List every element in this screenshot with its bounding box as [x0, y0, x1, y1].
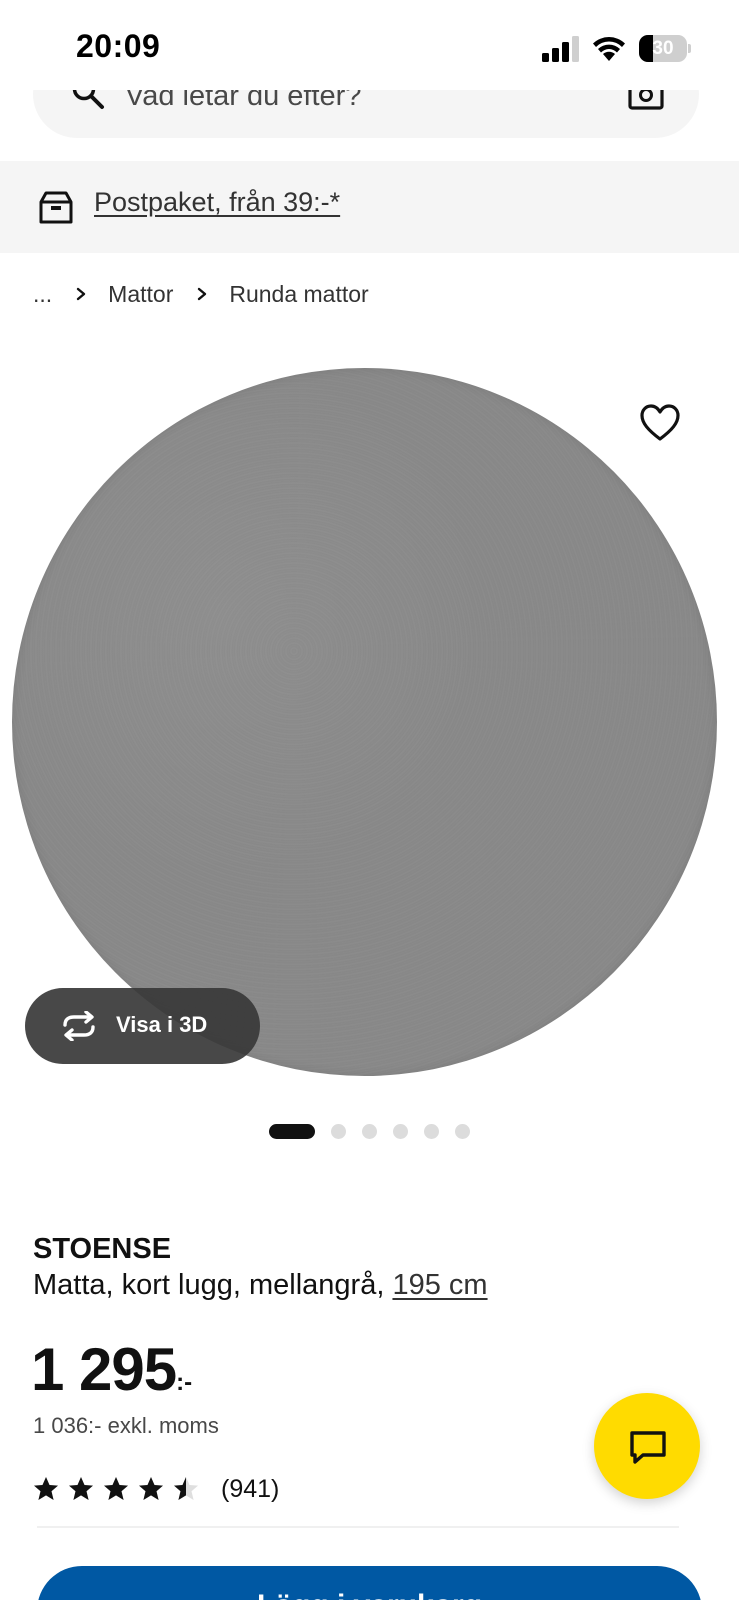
product-rating[interactable]: (941): [33, 1469, 279, 1509]
star-full-icon: [139, 1477, 163, 1500]
wifi-icon: [593, 37, 625, 61]
pager-dot[interactable]: [269, 1123, 315, 1139]
rotate-3d-icon: [63, 1011, 95, 1041]
rating-stars: [33, 1476, 199, 1502]
delivery-box-icon: [39, 191, 73, 224]
price-amount: 1 295: [31, 1336, 177, 1403]
battery-icon: 30: [639, 35, 691, 62]
product-size-link[interactable]: 195 cm: [392, 1269, 487, 1301]
price-suffix: :-: [176, 1369, 193, 1396]
delivery-banner-link[interactable]: Postpaket, från 39:-*: [94, 187, 340, 218]
add-to-cart-button[interactable]: Lägg i varukorg: [37, 1566, 702, 1600]
price-ex-vat: 1 036:- exkl. moms: [33, 1413, 219, 1438]
breadcrumb: ... Mattor Runda mattor: [33, 276, 369, 312]
product-description-text: Matta, kort lugg, mellangrå,: [33, 1269, 393, 1301]
status-time: 20:09: [76, 28, 161, 64]
breadcrumb-item-mattor[interactable]: Mattor: [108, 281, 173, 308]
star-full-icon: [34, 1477, 58, 1500]
product-image: [12, 368, 717, 1076]
pager-dot[interactable]: [362, 1123, 377, 1139]
star-half-icon: [174, 1477, 198, 1500]
image-pager: [0, 1123, 739, 1139]
pager-dot[interactable]: [331, 1123, 346, 1139]
view-in-3d-label: Visa i 3D: [116, 1012, 208, 1037]
chat-bubble-icon: [630, 1431, 666, 1464]
rating-count[interactable]: (941): [221, 1475, 279, 1504]
signal-icon: [542, 36, 579, 62]
product-name: STOENSE: [33, 1233, 172, 1265]
view-in-3d-button[interactable]: Visa i 3D: [25, 988, 260, 1064]
chevron-right-icon: [198, 287, 207, 301]
pager-dot[interactable]: [393, 1123, 408, 1139]
chevron-right-icon: [76, 287, 86, 301]
heart-outline-icon[interactable]: [638, 402, 682, 444]
status-bar: 20:09 30: [0, 0, 739, 90]
star-full-icon: [69, 1477, 93, 1500]
delivery-banner: Postpaket, från 39:-*: [0, 161, 739, 253]
pager-dot[interactable]: [455, 1123, 470, 1139]
star-full-icon: [104, 1477, 128, 1500]
product-description: Matta, kort lugg, mellangrå, 195 cm: [33, 1269, 488, 1302]
breadcrumb-ellipsis[interactable]: ...: [33, 281, 52, 308]
battery-level: 30: [652, 38, 674, 59]
breadcrumb-item-runda-mattor[interactable]: Runda mattor: [229, 281, 368, 308]
product-image-gallery[interactable]: Visa i 3D: [0, 344, 739, 1099]
pager-dot[interactable]: [424, 1123, 439, 1139]
product-price: 1 295:-: [31, 1335, 192, 1404]
chat-button[interactable]: [594, 1393, 700, 1499]
divider: [37, 1526, 679, 1528]
